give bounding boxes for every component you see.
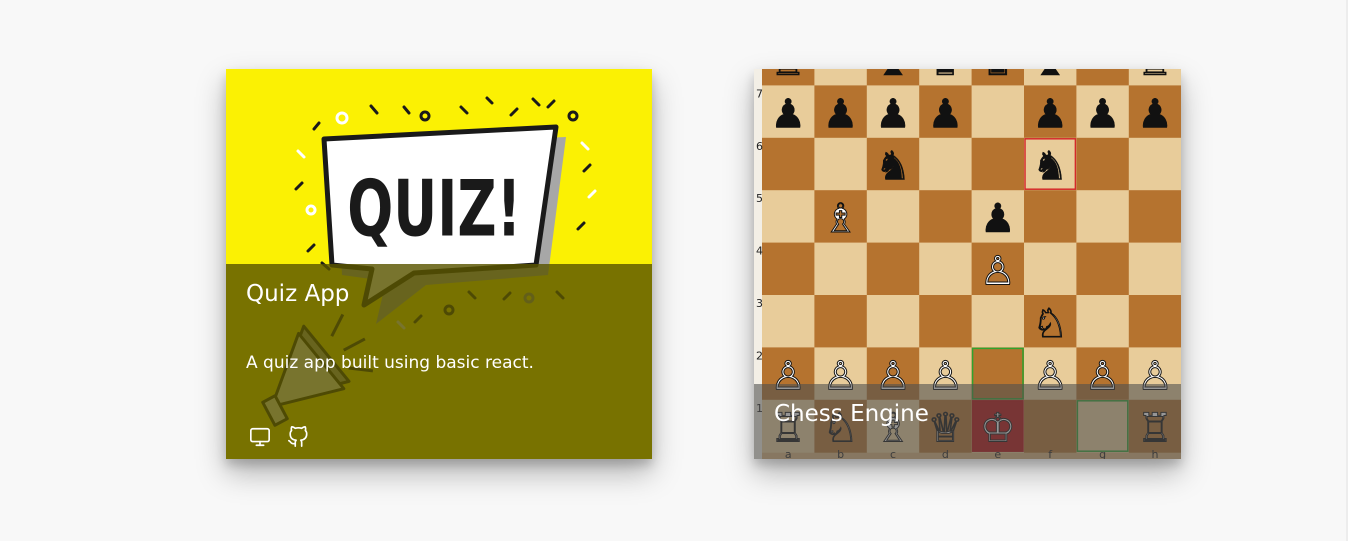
quiz-art-text: QUIZ! [347, 163, 521, 254]
board-square [1128, 295, 1181, 348]
board-square [762, 137, 815, 191]
board-square [919, 190, 973, 244]
project-card-chess[interactable]: ♜♝♛♚♝♜♟♟♟♟♟♟♟♞♞♗♟♙♘♙♙♙♙♙♙♙♖♘♗♕♔♖7654321a… [754, 69, 1181, 459]
board-square [866, 190, 920, 244]
board-square [1128, 242, 1181, 296]
rank-label: 3 [756, 297, 763, 310]
card-description: A quiz app built using basic react. [246, 353, 534, 373]
chess-piece: ♙ [980, 249, 1016, 295]
board-square [1128, 190, 1181, 244]
board-square [762, 190, 815, 244]
chess-piece: ♜ [770, 69, 806, 85]
project-card-quiz[interactable]: QUIZ! Quiz App A quiz app built using ba… [226, 69, 652, 459]
board-square [866, 242, 920, 296]
chess-piece: ♟ [1137, 91, 1173, 137]
chess-piece: ♘ [1032, 301, 1068, 347]
chess-piece: ♝ [1032, 69, 1068, 85]
rank-label: 2 [756, 349, 763, 362]
chess-piece: ♟ [927, 91, 963, 137]
board-square [1076, 137, 1130, 191]
chess-piece: ♟ [1085, 91, 1121, 137]
rank-label: 6 [756, 140, 763, 153]
chess-piece: ♝ [875, 69, 911, 85]
board-square [919, 295, 973, 348]
rank-label: 4 [756, 245, 763, 258]
board-square [814, 137, 868, 191]
chess-piece: ♟ [823, 91, 859, 137]
board-square [1076, 69, 1130, 86]
chess-piece: ♞ [875, 144, 911, 190]
rank-label: 7 [756, 87, 763, 100]
chess-piece: ♟ [875, 91, 911, 137]
board-square [1076, 190, 1130, 244]
board-square [971, 85, 1025, 139]
chess-piece: ♚ [980, 69, 1016, 85]
chess-piece: ♜ [1137, 69, 1173, 85]
board-square [814, 69, 868, 86]
chess-piece: ♛ [927, 69, 963, 85]
board-square [919, 242, 973, 296]
board-square [1128, 137, 1181, 191]
board-square [919, 137, 973, 191]
chess-piece: ♟ [1032, 91, 1068, 137]
board-square [1024, 190, 1077, 244]
chess-piece: ♞ [1032, 144, 1068, 190]
board-square [762, 242, 815, 296]
chess-piece: ♟ [770, 91, 806, 137]
board-square [866, 295, 920, 348]
board-square [814, 242, 868, 296]
board-square [762, 295, 815, 348]
board-square [814, 295, 868, 348]
board-square [971, 295, 1025, 348]
github-icon[interactable] [286, 425, 310, 449]
board-square [1076, 242, 1130, 296]
board-square [1024, 242, 1077, 296]
board-square [1076, 295, 1130, 348]
chess-piece: ♗ [823, 196, 859, 242]
desktop-icon[interactable] [248, 425, 272, 449]
board-square [971, 137, 1025, 191]
card-title: Chess Engine [774, 401, 929, 427]
card-title: Quiz App [246, 281, 350, 307]
chess-piece: ♟ [980, 196, 1016, 242]
rank-label: 5 [756, 192, 763, 205]
